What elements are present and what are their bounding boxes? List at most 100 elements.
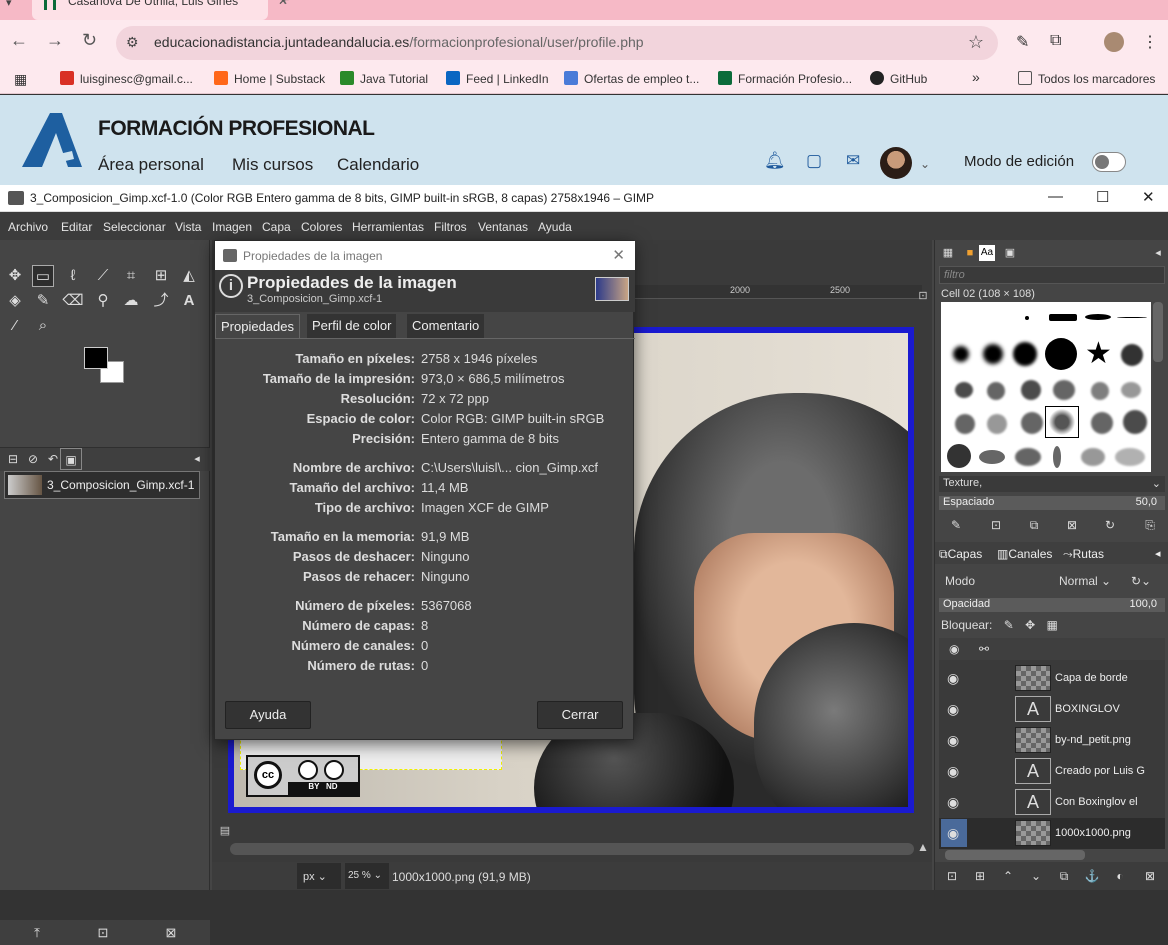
crop-tool-icon[interactable]: ⌗ <box>120 265 142 287</box>
new-brush-icon[interactable]: ⊡ <box>985 514 1007 536</box>
messages-icon[interactable]: ▢ <box>806 151 822 171</box>
menu-editar[interactable]: Editar <box>61 220 92 234</box>
delete-brush-icon[interactable]: ⊠ <box>1061 514 1083 536</box>
maximize-icon[interactable]: ☐ <box>1096 188 1109 206</box>
menu-herramientas[interactable]: Herramientas <box>352 220 424 234</box>
brush-item[interactable] <box>987 382 1005 400</box>
layers-dock-menu-icon[interactable]: ◂ <box>1155 547 1161 560</box>
dialog-close-icon[interactable]: ✕ <box>612 246 625 264</box>
profile-avatar[interactable] <box>1104 32 1124 52</box>
dock-menu-icon[interactable]: ◂ <box>186 448 208 470</box>
warp-tool-icon[interactable]: ◭ <box>178 265 200 287</box>
brushes-dock-menu-icon[interactable]: ◂ <box>1147 242 1168 264</box>
foreground-color-swatch[interactable] <box>84 347 108 369</box>
tab-rutas[interactable]: ⤳Rutas <box>1063 547 1104 562</box>
navigate-icon[interactable]: ▤ <box>214 820 236 842</box>
new-layer-icon[interactable]: ⊡ <box>941 865 963 887</box>
layer-row[interactable]: ◉ Capa de borde <box>939 663 1165 694</box>
visibility-eye-icon[interactable]: ◉ <box>947 763 959 780</box>
mail-icon[interactable]: ✉ <box>846 151 860 171</box>
brush-item[interactable] <box>983 344 1003 364</box>
fonts-tab-icon[interactable]: Aa <box>979 245 995 261</box>
lower-layer-icon[interactable]: ⌄ <box>1025 865 1047 887</box>
all-bookmarks[interactable]: Todos los marcadores <box>1018 71 1155 86</box>
bookmark-substack[interactable]: Home | Substack <box>214 71 325 86</box>
help-button[interactable]: Ayuda <box>225 701 311 729</box>
new-tab-icon[interactable]: + <box>280 0 289 10</box>
site-info-icon[interactable]: ⚙ <box>126 34 139 51</box>
nav-area-personal[interactable]: Área personal <box>98 155 204 175</box>
bookmark-star-icon[interactable]: ☆ <box>968 32 984 53</box>
mode-switch-icon[interactable]: ↻⌄ <box>1131 574 1151 588</box>
site-title[interactable]: FORMACIÓN PROFESIONAL <box>98 117 375 141</box>
brush-item[interactable] <box>979 450 1005 464</box>
brush-item[interactable] <box>1121 344 1143 366</box>
brush-item[interactable] <box>1091 412 1113 434</box>
move-tool-icon[interactable]: ✥ <box>4 265 26 287</box>
brush-item[interactable] <box>1091 382 1109 400</box>
scroll-corner-icon[interactable]: ▲ <box>912 836 934 858</box>
minimize-icon[interactable]: — <box>1048 188 1063 205</box>
image-list-item[interactable]: 3_Composicion_Gimp.xcf-1 <box>4 471 200 499</box>
raise-view-icon[interactable]: ⤒ <box>26 922 48 944</box>
brush-item[interactable]: ★ <box>1085 336 1112 371</box>
layer-row[interactable]: ◉ A Creado por Luis G <box>939 756 1165 787</box>
brush-item[interactable] <box>947 444 971 468</box>
visibility-eye-icon[interactable]: ◉ <box>947 701 959 718</box>
brushes-tab-icon[interactable]: ▦ <box>937 242 959 264</box>
brush-item[interactable] <box>987 414 1007 434</box>
extensions-icon[interactable]: ⧉ <box>1050 32 1061 50</box>
brush-item[interactable] <box>955 414 975 434</box>
tab-comentario[interactable]: Comentario <box>407 314 485 338</box>
brush-item[interactable] <box>1085 314 1111 320</box>
bookmark-linkedin[interactable]: Feed | LinkedIn <box>446 71 549 86</box>
menu-colores[interactable]: Colores <box>301 220 342 234</box>
eyedropper-extension-icon[interactable]: ✎ <box>1016 32 1029 52</box>
raise-layer-icon[interactable]: ⌃ <box>997 865 1019 887</box>
close-window-icon[interactable]: ✕ <box>1142 188 1155 206</box>
eraser-tool-icon[interactable]: ⌫ <box>62 290 84 312</box>
images-tab-icon[interactable]: ▣ <box>60 448 82 470</box>
browser-tab[interactable]: Casanova De Utrilla, Luis Ginés ✕ <box>32 0 288 20</box>
brush-item[interactable] <box>1013 342 1037 366</box>
tab-search-icon[interactable]: ▾ <box>6 0 12 9</box>
rect-select-tool-icon[interactable]: ▭ <box>32 265 54 287</box>
reload-icon[interactable]: ↻ <box>82 30 97 51</box>
device-status-tab-icon[interactable]: ⊘ <box>22 448 44 470</box>
brush-item[interactable] <box>955 382 973 398</box>
transform-tool-icon[interactable]: ⊞ <box>150 265 172 287</box>
paths-tool-icon[interactable]: ⤴ <box>150 290 172 312</box>
patterns-tab-icon[interactable]: ■ <box>959 242 981 264</box>
open-brush-as-image-icon[interactable]: ⎘ <box>1139 514 1161 536</box>
bookmark-jobs[interactable]: Ofertas de empleo t... <box>564 71 699 86</box>
menu-seleccionar[interactable]: Seleccionar <box>103 220 166 234</box>
forward-icon[interactable]: → <box>46 30 64 51</box>
tool-options-tab-icon[interactable]: ⊟ <box>2 448 24 470</box>
layer-row-selected[interactable]: ◉ 1000x1000.png <box>939 818 1165 849</box>
clone-tool-icon[interactable]: ⚲ <box>92 290 114 312</box>
lasso-tool-icon[interactable]: ℓ <box>62 265 84 287</box>
tab-canales[interactable]: ▥Canales <box>997 547 1052 561</box>
mask-icon[interactable]: ◐ <box>1109 865 1131 887</box>
brush-filter-input[interactable]: filtro <box>939 266 1165 284</box>
menu-archivo[interactable]: Archivo <box>8 220 48 234</box>
visibility-eye-icon[interactable]: ◉ <box>947 732 959 749</box>
brush-item[interactable] <box>1021 380 1041 400</box>
lock-pixels-icon[interactable]: ✎ <box>1004 618 1014 632</box>
bucket-fill-tool-icon[interactable]: ◈ <box>4 290 26 312</box>
layers-hscrollbar[interactable] <box>945 850 1085 860</box>
unit-selector[interactable]: px ⌄ <box>297 863 341 889</box>
bookmark-java[interactable]: Java Tutorial <box>340 71 428 86</box>
nav-mis-cursos[interactable]: Mis cursos <box>232 155 313 175</box>
brush-item[interactable] <box>1053 380 1075 400</box>
paintbrush-tool-icon[interactable]: ✎ <box>32 290 54 312</box>
tab-propiedades[interactable]: Propiedades <box>215 314 300 338</box>
mode-dropdown[interactable]: Normal ⌄ <box>1059 574 1111 588</box>
layer-row[interactable]: ◉ by-nd_petit.png <box>939 725 1165 756</box>
brush-item[interactable] <box>953 346 969 362</box>
menu-ventanas[interactable]: Ventanas <box>478 220 528 234</box>
menu-ayuda[interactable]: Ayuda <box>538 220 572 234</box>
menu-filtros[interactable]: Filtros <box>434 220 467 234</box>
brush-item[interactable] <box>1021 412 1043 434</box>
brushes-scrollbar[interactable] <box>1153 302 1163 362</box>
